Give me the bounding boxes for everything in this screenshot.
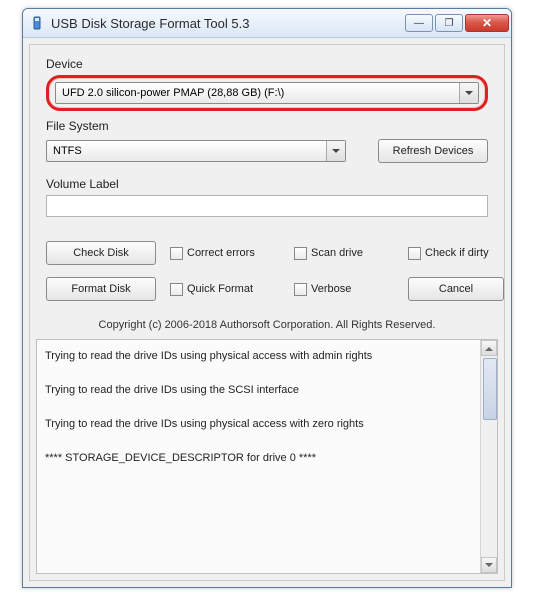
- device-highlight: UFD 2.0 silicon-power PMAP (28,88 GB) (F…: [46, 75, 488, 111]
- scroll-up-icon[interactable]: [481, 340, 497, 356]
- verbose-checkbox[interactable]: Verbose: [294, 283, 394, 296]
- checkbox-icon: [170, 247, 183, 260]
- form-area: Device UFD 2.0 silicon-power PMAP (28,88…: [30, 45, 504, 339]
- check-disk-button[interactable]: Check Disk: [46, 241, 156, 265]
- filesystem-selected-text: NTFS: [47, 145, 326, 157]
- device-combo[interactable]: UFD 2.0 silicon-power PMAP (28,88 GB) (F…: [55, 82, 479, 104]
- checkbox-label: Scan drive: [311, 247, 363, 259]
- log-line: Trying to read the drive IDs using the S…: [45, 384, 489, 396]
- filesystem-label: File System: [46, 119, 488, 133]
- app-icon: [29, 15, 45, 31]
- window-title: USB Disk Storage Format Tool 5.3: [51, 16, 403, 31]
- log-line: Trying to read the drive IDs using physi…: [45, 418, 489, 430]
- volume-label-label: Volume Label: [46, 177, 488, 191]
- cancel-button[interactable]: Cancel: [408, 277, 504, 301]
- chevron-down-icon[interactable]: [326, 141, 345, 161]
- device-selected-text: UFD 2.0 silicon-power PMAP (28,88 GB) (F…: [56, 87, 459, 99]
- checkbox-icon: [408, 247, 421, 260]
- titlebar[interactable]: USB Disk Storage Format Tool 5.3 — ❐ ✕: [23, 9, 511, 38]
- checkbox-label: Check if dirty: [425, 247, 489, 259]
- scan-drive-checkbox[interactable]: Scan drive: [294, 247, 394, 260]
- filesystem-combo[interactable]: NTFS: [46, 140, 346, 162]
- checkbox-label: Correct errors: [187, 247, 255, 259]
- window-controls: — ❐ ✕: [403, 14, 509, 32]
- correct-errors-checkbox[interactable]: Correct errors: [170, 247, 280, 260]
- log-textarea[interactable]: Trying to read the drive IDs using physi…: [36, 339, 498, 574]
- quick-format-checkbox[interactable]: Quick Format: [170, 283, 280, 296]
- checkbox-label: Verbose: [311, 283, 351, 295]
- client-area: Device UFD 2.0 silicon-power PMAP (28,88…: [29, 44, 505, 581]
- close-button[interactable]: ✕: [465, 14, 509, 32]
- checkbox-icon: [170, 283, 183, 296]
- checkbox-icon: [294, 283, 307, 296]
- log-line: **** STORAGE_DEVICE_DESCRIPTOR for drive…: [45, 452, 489, 464]
- refresh-devices-button[interactable]: Refresh Devices: [378, 139, 488, 163]
- format-disk-button[interactable]: Format Disk: [46, 277, 156, 301]
- chevron-down-icon[interactable]: [459, 83, 478, 103]
- log-line: Trying to read the drive IDs using physi…: [45, 350, 489, 362]
- scrollbar[interactable]: [480, 340, 497, 573]
- check-if-dirty-checkbox[interactable]: Check if dirty: [408, 247, 504, 260]
- app-window: USB Disk Storage Format Tool 5.3 — ❐ ✕ D…: [22, 8, 512, 588]
- copyright-text: Copyright (c) 2006-2018 Authorsoft Corpo…: [46, 319, 488, 331]
- checkbox-label: Quick Format: [187, 283, 253, 295]
- minimize-button[interactable]: —: [405, 14, 433, 32]
- volume-label-input[interactable]: [46, 195, 488, 217]
- maximize-button[interactable]: ❐: [435, 14, 463, 32]
- checkbox-icon: [294, 247, 307, 260]
- device-label: Device: [46, 57, 488, 71]
- scrollbar-thumb[interactable]: [483, 358, 497, 420]
- scroll-down-icon[interactable]: [481, 557, 497, 573]
